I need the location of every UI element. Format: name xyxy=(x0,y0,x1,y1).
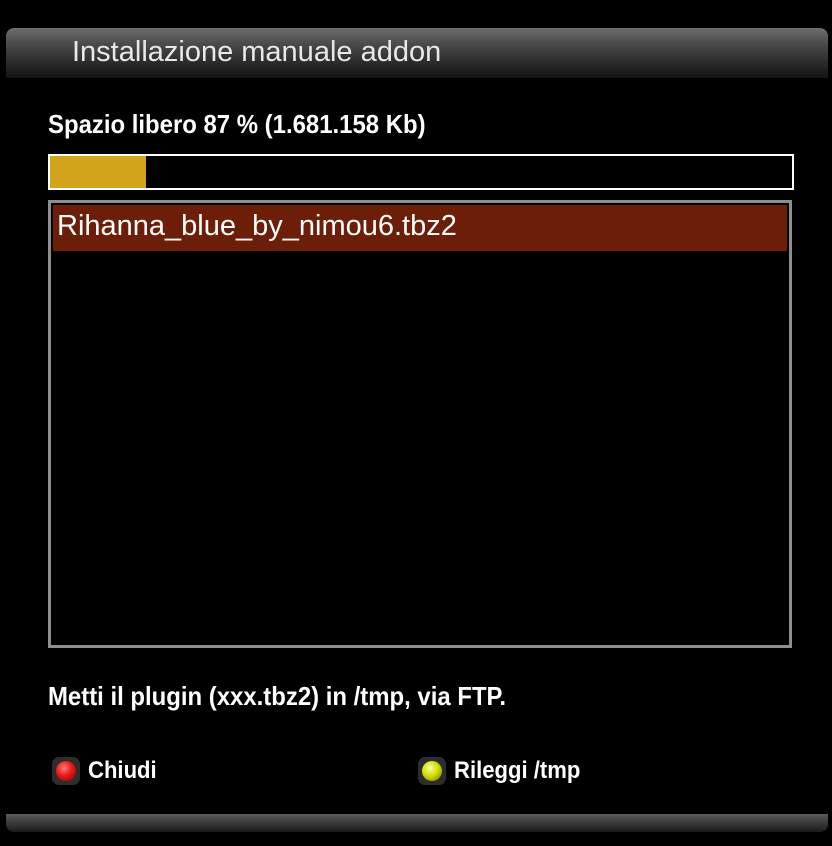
addon-install-window: Installazione manuale addon Spazio liber… xyxy=(6,8,828,838)
storage-usage-fill xyxy=(50,156,147,188)
close-key[interactable]: Chiudi xyxy=(52,754,163,788)
yellow-button-icon xyxy=(418,757,446,785)
list-item-selected[interactable]: Rihanna_blue_by_nimou6.tbz2 xyxy=(53,205,787,251)
reload-tmp-key-label: Rileggi /tmp xyxy=(454,757,581,784)
storage-usage-bar xyxy=(48,154,794,190)
bottom-bar xyxy=(6,814,828,832)
title-bar: Installazione manuale addon xyxy=(6,28,828,78)
free-space-label: Spazio libero 87 % (1.681.158 Kb) xyxy=(48,109,426,139)
red-button-icon xyxy=(52,757,80,785)
ftp-hint: Metti il plugin (xxx.tbz2) in /tmp, via … xyxy=(48,681,507,711)
file-list[interactable]: Rihanna_blue_by_nimou6.tbz2 xyxy=(48,200,792,648)
reload-tmp-key[interactable]: Rileggi /tmp xyxy=(418,754,591,788)
window-title: Installazione manuale addon xyxy=(72,36,442,68)
close-key-label: Chiudi xyxy=(88,757,157,784)
